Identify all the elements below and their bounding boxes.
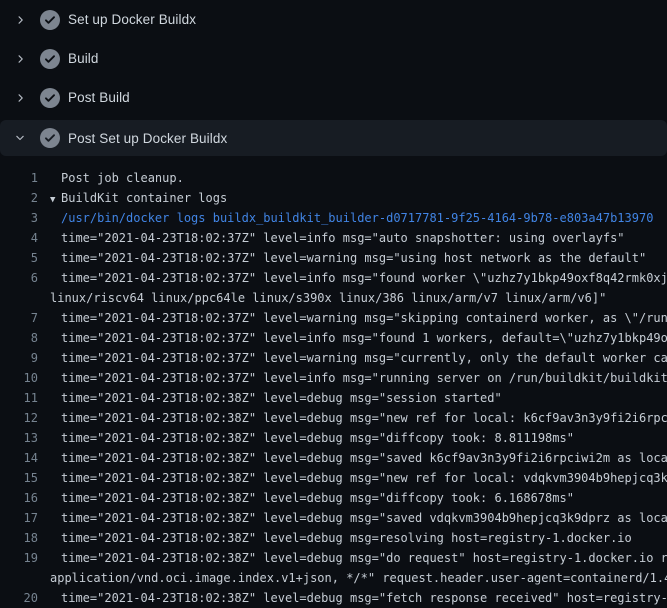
step-row-build[interactable]: Build	[0, 39, 667, 78]
log-line: 17time="2021-04-23T18:02:38Z" level=debu…	[0, 508, 667, 528]
log-text: time="2021-04-23T18:02:38Z" level=debug …	[38, 508, 667, 528]
line-number[interactable]: 13	[0, 428, 38, 448]
log-text: Post job cleanup.	[38, 168, 184, 188]
line-number[interactable]: 17	[0, 508, 38, 528]
line-number[interactable]: 2	[0, 188, 38, 208]
line-number[interactable]: 19	[0, 548, 38, 568]
log-text: time="2021-04-23T18:02:38Z" level=debug …	[38, 468, 667, 488]
log-text: time="2021-04-23T18:02:37Z" level=info m…	[38, 328, 667, 348]
log-text: time="2021-04-23T18:02:38Z" level=debug …	[38, 488, 574, 508]
line-number[interactable]: 1	[0, 168, 38, 188]
log-line-continuation: linux/riscv64 linux/ppc64le linux/s390x …	[0, 288, 667, 308]
step-label: Set up Docker Buildx	[68, 12, 196, 27]
line-number[interactable]: 8	[0, 328, 38, 348]
log-line: 15time="2021-04-23T18:02:38Z" level=debu…	[0, 468, 667, 488]
log-text: time="2021-04-23T18:02:37Z" level=warnin…	[38, 248, 646, 268]
line-number[interactable]: 12	[0, 408, 38, 428]
log-text: time="2021-04-23T18:02:38Z" level=debug …	[38, 388, 502, 408]
check-circle-icon	[40, 88, 60, 108]
log-command-text: /usr/bin/docker logs buildx_buildkit_bui…	[38, 208, 653, 228]
log-line: 3/usr/bin/docker logs buildx_buildkit_bu…	[0, 208, 667, 228]
chevron-down-icon[interactable]	[12, 130, 28, 146]
line-number[interactable]: 3	[0, 208, 38, 228]
line-number[interactable]: 4	[0, 228, 38, 248]
log-text: application/vnd.oci.image.index.v1+json,…	[38, 568, 667, 588]
log-line: 11time="2021-04-23T18:02:38Z" level=debu…	[0, 388, 667, 408]
line-number[interactable]: 5	[0, 248, 38, 268]
check-circle-icon	[40, 128, 60, 148]
log-viewer: 1Post job cleanup.2▼BuildKit container l…	[0, 156, 667, 608]
log-text: time="2021-04-23T18:02:38Z" level=debug …	[38, 588, 667, 608]
line-number	[0, 288, 38, 308]
chevron-right-icon[interactable]	[12, 51, 28, 67]
log-line: 10time="2021-04-23T18:02:37Z" level=info…	[0, 368, 667, 388]
log-text: time="2021-04-23T18:02:38Z" level=debug …	[38, 528, 632, 548]
log-line: 16time="2021-04-23T18:02:38Z" level=debu…	[0, 488, 667, 508]
log-text: time="2021-04-23T18:02:38Z" level=debug …	[38, 448, 667, 468]
line-number[interactable]: 9	[0, 348, 38, 368]
line-number[interactable]: 18	[0, 528, 38, 548]
log-line: 5time="2021-04-23T18:02:37Z" level=warni…	[0, 248, 667, 268]
log-text: time="2021-04-23T18:02:37Z" level=info m…	[38, 228, 625, 248]
log-text: time="2021-04-23T18:02:37Z" level=warnin…	[38, 348, 667, 368]
step-label: Post Set up Docker Buildx	[68, 131, 227, 146]
step-row-set-up-docker-buildx[interactable]: Set up Docker Buildx	[0, 0, 667, 39]
log-text: time="2021-04-23T18:02:38Z" level=debug …	[38, 548, 667, 568]
log-line: 13time="2021-04-23T18:02:38Z" level=debu…	[0, 428, 667, 448]
log-line-continuation: application/vnd.oci.image.index.v1+json,…	[0, 568, 667, 588]
log-text: ▼BuildKit container logs	[38, 188, 227, 208]
log-line: 1Post job cleanup.	[0, 168, 667, 188]
line-number[interactable]: 11	[0, 388, 38, 408]
log-line: 12time="2021-04-23T18:02:38Z" level=debu…	[0, 408, 667, 428]
log-text: linux/riscv64 linux/ppc64le linux/s390x …	[38, 288, 606, 308]
line-number	[0, 568, 38, 588]
log-text: time="2021-04-23T18:02:37Z" level=warnin…	[38, 308, 667, 328]
chevron-right-icon[interactable]	[12, 12, 28, 28]
log-line: 9time="2021-04-23T18:02:37Z" level=warni…	[0, 348, 667, 368]
line-number[interactable]: 7	[0, 308, 38, 328]
line-number[interactable]: 16	[0, 488, 38, 508]
step-row-post-set-up-docker-buildx[interactable]: Post Set up Docker Buildx	[0, 120, 667, 156]
log-line: 19time="2021-04-23T18:02:38Z" level=debu…	[0, 548, 667, 568]
collapse-triangle-icon[interactable]: ▼	[50, 190, 61, 208]
log-text: time="2021-04-23T18:02:38Z" level=debug …	[38, 428, 574, 448]
log-text: time="2021-04-23T18:02:38Z" level=debug …	[38, 408, 667, 428]
log-line[interactable]: 2▼BuildKit container logs	[0, 188, 667, 208]
log-text: time="2021-04-23T18:02:37Z" level=info m…	[38, 268, 667, 288]
log-line: 20time="2021-04-23T18:02:38Z" level=debu…	[0, 588, 667, 608]
line-number[interactable]: 15	[0, 468, 38, 488]
line-number[interactable]: 20	[0, 588, 38, 608]
check-circle-icon	[40, 49, 60, 69]
log-group-title: BuildKit container logs	[61, 191, 227, 205]
check-circle-icon	[40, 10, 60, 30]
log-line: 4time="2021-04-23T18:02:37Z" level=info …	[0, 228, 667, 248]
step-label: Build	[68, 51, 99, 66]
log-line: 8time="2021-04-23T18:02:37Z" level=info …	[0, 328, 667, 348]
log-text: time="2021-04-23T18:02:37Z" level=info m…	[38, 368, 667, 388]
step-row-post-build[interactable]: Post Build	[0, 78, 667, 117]
chevron-right-icon[interactable]	[12, 90, 28, 106]
line-number[interactable]: 10	[0, 368, 38, 388]
log-line: 6time="2021-04-23T18:02:37Z" level=info …	[0, 268, 667, 288]
log-line: 7time="2021-04-23T18:02:37Z" level=warni…	[0, 308, 667, 328]
steps-list: Set up Docker Buildx Build Post Build Post …	[0, 0, 667, 156]
log-line: 18time="2021-04-23T18:02:38Z" level=debu…	[0, 528, 667, 548]
step-label: Post Build	[68, 90, 130, 105]
log-line: 14time="2021-04-23T18:02:38Z" level=debu…	[0, 448, 667, 468]
line-number[interactable]: 6	[0, 268, 38, 288]
line-number[interactable]: 14	[0, 448, 38, 468]
